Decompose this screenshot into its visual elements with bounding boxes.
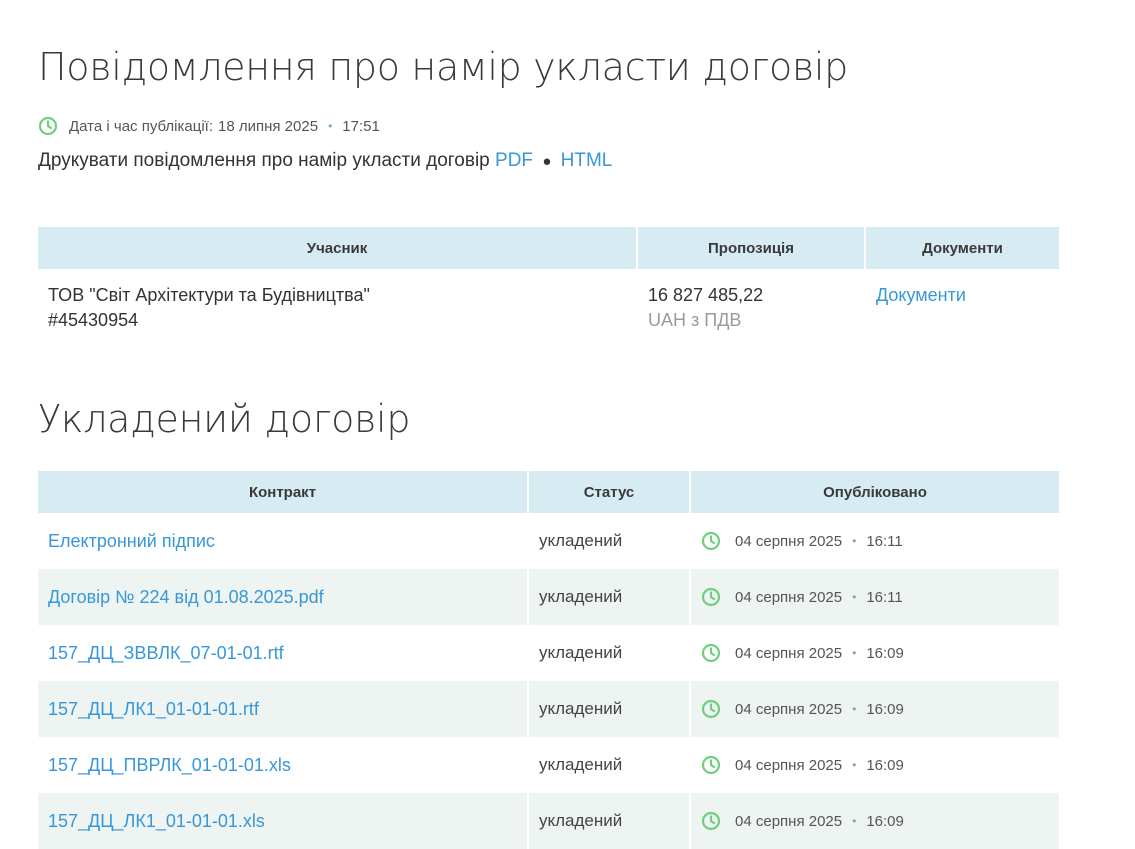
- publication-info: Дата і час публікації: 18 липня 2025 • 1…: [38, 116, 380, 136]
- table-row: Договір № 224 від 01.08.2025.pdf укладен…: [38, 569, 1059, 625]
- contract-table: Контракт Статус Опубліковано Електронний…: [36, 471, 1061, 849]
- table-row: Електронний підпис укладений 04 серпня 2…: [38, 513, 1059, 569]
- contract-file-link[interactable]: Договір № 224 від 01.08.2025.pdf: [48, 587, 324, 607]
- column-header-offer: Пропозиція: [638, 227, 864, 269]
- published-time: 16:09: [866, 756, 904, 774]
- status-cell: укладений: [529, 793, 689, 849]
- offer-currency: UAH з ПДВ: [648, 310, 742, 330]
- published-date: 04 серпня 2025: [735, 588, 843, 606]
- status-cell: укладений: [529, 569, 689, 625]
- offer-cell: 16 827 485,22 UAH з ПДВ: [638, 269, 864, 333]
- participant-id: #45430954: [48, 310, 139, 330]
- print-pdf-link[interactable]: PDF: [495, 150, 533, 171]
- status-cell: укладений: [539, 755, 623, 774]
- contract-file-link[interactable]: 157_ДЦ_ЛК1_01-01-01.rtf: [48, 699, 259, 719]
- column-header-contract: Контракт: [38, 471, 527, 513]
- section-title-contract: Укладений договір: [38, 397, 411, 441]
- separator-dot: •: [852, 590, 857, 604]
- documents-cell: Документи: [866, 269, 1059, 333]
- offer-amount: 16 827 485,22: [648, 285, 764, 305]
- documents-link[interactable]: Документи: [876, 285, 966, 305]
- clock-icon: [38, 116, 58, 136]
- participant-name: ТОВ "Світ Архітектури та Будівництва": [48, 285, 370, 305]
- published-time: 16:09: [866, 700, 904, 718]
- published-date: 04 серпня 2025: [735, 812, 843, 830]
- column-header-published: Опубліковано: [691, 471, 1059, 513]
- table-header-row: Учасник Пропозиція Документи: [38, 227, 1059, 269]
- published-cell: 04 серпня 2025 • 16:11: [701, 587, 1049, 607]
- separator-dot: •: [852, 758, 857, 772]
- participant-cell: ТОВ "Світ Архітектури та Будівництва" #4…: [38, 269, 636, 333]
- separator-dot: •: [852, 814, 857, 828]
- status-cell: укладений: [539, 531, 623, 550]
- published-date: 04 серпня 2025: [735, 700, 843, 718]
- published-time: 16:11: [866, 588, 903, 606]
- published-time: 16:11: [866, 532, 903, 550]
- status-cell: укладений: [539, 643, 623, 662]
- column-header-documents: Документи: [866, 227, 1059, 269]
- participants-table: Учасник Пропозиція Документи ТОВ "Світ А…: [36, 227, 1061, 333]
- contract-file-link[interactable]: 157_ДЦ_ПВРЛК_01-01-01.xls: [48, 755, 291, 775]
- print-label: Друкувати повідомлення про намір укласти…: [38, 150, 490, 171]
- clock-icon: [701, 643, 721, 663]
- contract-file-link[interactable]: 157_ДЦ_ЗВВЛК_07-01-01.rtf: [48, 643, 284, 663]
- published-label: Дата і час публікації:: [69, 117, 213, 135]
- published-date: 04 серпня 2025: [735, 644, 843, 662]
- table-row: 157_ДЦ_ЗВВЛК_07-01-01.rtf укладений 04 с…: [38, 625, 1059, 681]
- published-time: 16:09: [866, 812, 904, 830]
- separator-dot: •: [852, 702, 857, 716]
- published-date: 04 серпня 2025: [735, 532, 843, 550]
- published-cell: 04 серпня 2025 • 16:11: [701, 531, 1049, 551]
- published-date: 18 липня 2025: [218, 117, 319, 135]
- table-row: 157_ДЦ_ПВРЛК_01-01-01.xls укладений 04 с…: [38, 737, 1059, 793]
- clock-icon: [701, 531, 721, 551]
- table-header-row: Контракт Статус Опубліковано: [38, 471, 1059, 513]
- table-row: 157_ДЦ_ЛК1_01-01-01.xls укладений 04 сер…: [38, 793, 1059, 849]
- separator-dot: •: [852, 534, 857, 548]
- published-cell: 04 серпня 2025 • 16:09: [701, 699, 1049, 719]
- page-title: Повідомлення про намір укласти договір: [38, 45, 848, 89]
- clock-icon: [701, 811, 721, 831]
- separator-dot: •: [328, 119, 333, 133]
- contract-file-link[interactable]: Електронний підпис: [48, 531, 215, 551]
- published-time: 17:51: [342, 117, 380, 135]
- table-row: 157_ДЦ_ЛК1_01-01-01.rtf укладений 04 сер…: [38, 681, 1059, 737]
- table-row: ТОВ "Світ Архітектури та Будівництва" #4…: [38, 269, 1059, 333]
- column-header-status: Статус: [529, 471, 689, 513]
- published-date: 04 серпня 2025: [735, 756, 843, 774]
- clock-icon: [701, 755, 721, 775]
- separator-dot: •: [852, 646, 857, 660]
- clock-icon: [701, 587, 721, 607]
- print-separator: ●: [542, 153, 552, 170]
- column-header-participant: Учасник: [38, 227, 636, 269]
- print-line: Друкувати повідомлення про намір укласти…: [38, 150, 612, 172]
- clock-icon: [701, 699, 721, 719]
- contract-file-link[interactable]: 157_ДЦ_ЛК1_01-01-01.xls: [48, 811, 265, 831]
- status-cell: укладений: [529, 681, 689, 737]
- published-cell: 04 серпня 2025 • 16:09: [701, 755, 1049, 775]
- published-cell: 04 серпня 2025 • 16:09: [701, 643, 1049, 663]
- print-html-link[interactable]: HTML: [561, 150, 613, 171]
- published-time: 16:09: [866, 644, 904, 662]
- published-cell: 04 серпня 2025 • 16:09: [701, 811, 1049, 831]
